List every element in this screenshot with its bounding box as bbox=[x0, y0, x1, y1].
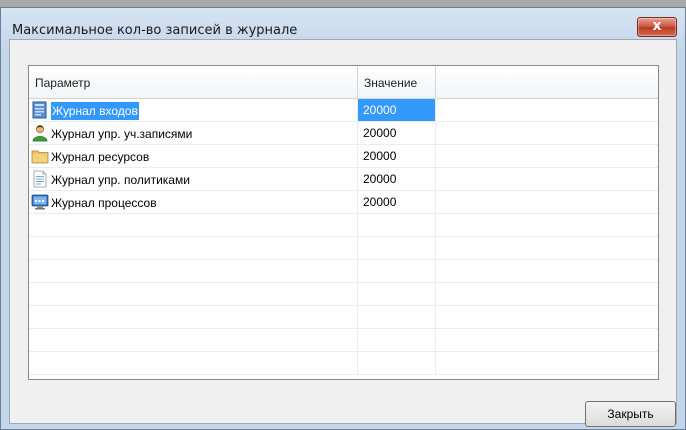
empty-row bbox=[29, 214, 658, 237]
empty-cell bbox=[358, 237, 436, 259]
folder-icon bbox=[31, 147, 49, 165]
login-journal-icon bbox=[31, 101, 49, 119]
value-text: 20000 bbox=[363, 126, 397, 140]
row-empty-cell bbox=[436, 329, 658, 351]
parameter-cell[interactable]: Журнал упр. уч.записями bbox=[29, 122, 358, 144]
parameter-cell[interactable]: Журнал ресурсов bbox=[29, 145, 358, 167]
empty-cell bbox=[29, 283, 358, 305]
row-empty-cell bbox=[436, 283, 658, 305]
value-cell[interactable]: 20000 bbox=[358, 145, 436, 167]
value-cell[interactable]: 20000 bbox=[358, 122, 436, 144]
policy-document-icon bbox=[31, 170, 49, 188]
empty-cell bbox=[29, 237, 358, 259]
row-empty-cell bbox=[436, 260, 658, 282]
value-text: 20000 bbox=[363, 172, 397, 186]
table-row[interactable]: Журнал упр. уч.записями 20000 bbox=[29, 122, 658, 145]
column-header-value[interactable]: Значение bbox=[358, 66, 436, 98]
column-header-empty bbox=[436, 66, 658, 98]
empty-cell bbox=[358, 214, 436, 236]
dialog-window: Максимальное кол-во записей в журнале x … bbox=[0, 7, 686, 430]
parameter-label: Журнал упр. уч.записями bbox=[51, 126, 193, 141]
value-cell[interactable]: 20000 bbox=[358, 168, 436, 190]
empty-cell bbox=[358, 306, 436, 328]
row-empty-cell bbox=[436, 145, 658, 167]
table-row[interactable]: Журнал входов 20000 bbox=[29, 99, 658, 122]
parameter-label: Журнал входов bbox=[51, 101, 139, 120]
window-title: Максимальное кол-во записей в журнале bbox=[12, 23, 298, 38]
empty-row bbox=[29, 352, 658, 375]
row-empty-cell bbox=[436, 237, 658, 259]
parameter-label: Журнал ресурсов bbox=[51, 149, 150, 164]
close-icon: x bbox=[652, 18, 662, 34]
row-empty-cell bbox=[436, 214, 658, 236]
grid-header: Параметр Значение bbox=[29, 66, 658, 99]
table-row[interactable]: Журнал упр. политиками 20000 bbox=[29, 168, 658, 191]
empty-cell bbox=[29, 260, 358, 282]
close-window-button[interactable]: x bbox=[637, 17, 677, 37]
parameter-label: Журнал процессов bbox=[51, 195, 157, 210]
table-row[interactable]: Журнал процессов 20000 bbox=[29, 191, 658, 214]
parameter-label: Журнал упр. политиками bbox=[51, 172, 190, 187]
empty-cell bbox=[29, 306, 358, 328]
value-text: 20000 bbox=[363, 149, 397, 163]
parameter-cell[interactable]: Журнал процессов bbox=[29, 191, 358, 213]
value-cell[interactable]: 20000 bbox=[358, 99, 436, 121]
empty-row bbox=[29, 306, 658, 329]
empty-row bbox=[29, 329, 658, 352]
empty-cell bbox=[358, 260, 436, 282]
value-text: 20000 bbox=[363, 195, 397, 209]
user-accounts-icon bbox=[31, 124, 49, 142]
empty-cell bbox=[29, 352, 358, 374]
close-button[interactable]: Закрыть bbox=[585, 401, 676, 427]
row-empty-cell bbox=[436, 168, 658, 190]
value-text: 20000 bbox=[363, 103, 397, 117]
empty-row bbox=[29, 260, 658, 283]
row-empty-cell bbox=[436, 306, 658, 328]
empty-cell bbox=[358, 283, 436, 305]
row-empty-cell bbox=[436, 99, 658, 121]
empty-cell bbox=[358, 329, 436, 351]
value-cell[interactable]: 20000 bbox=[358, 191, 436, 213]
dialog-client-area: Параметр Значение Журнал входов 20000 Журн… bbox=[9, 39, 677, 427]
journal-settings-grid[interactable]: Параметр Значение Журнал входов 20000 Журн… bbox=[28, 65, 659, 380]
empty-cell bbox=[29, 329, 358, 351]
row-empty-cell bbox=[436, 191, 658, 213]
parameter-cell[interactable]: Журнал входов bbox=[29, 99, 358, 121]
row-empty-cell bbox=[436, 122, 658, 144]
empty-cell bbox=[358, 352, 436, 374]
column-header-parameter[interactable]: Параметр bbox=[29, 66, 358, 98]
empty-row bbox=[29, 283, 658, 306]
parameter-cell[interactable]: Журнал упр. политиками bbox=[29, 168, 358, 190]
monitor-process-icon bbox=[31, 193, 49, 211]
row-empty-cell bbox=[436, 352, 658, 374]
empty-row bbox=[29, 237, 658, 260]
table-row[interactable]: Журнал ресурсов 20000 bbox=[29, 145, 658, 168]
empty-cell bbox=[29, 214, 358, 236]
